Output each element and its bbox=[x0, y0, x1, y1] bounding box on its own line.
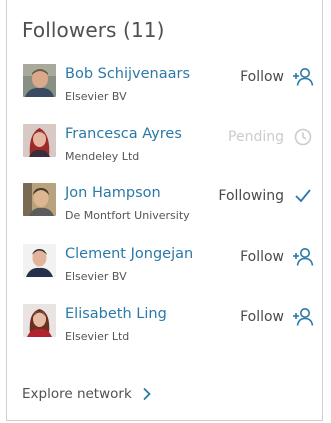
avatar[interactable] bbox=[23, 304, 56, 337]
follower-organization: Mendeley Ltd bbox=[65, 150, 140, 163]
follower-row: Elisabeth Ling Elsevier Ltd Follow bbox=[7, 304, 324, 354]
follower-organization: Elsevier BV bbox=[65, 270, 127, 283]
avatar[interactable] bbox=[23, 183, 56, 216]
following-button-label: Following bbox=[218, 188, 284, 204]
follow-button-label: Follow bbox=[240, 249, 284, 265]
pending-status: Pending bbox=[228, 126, 314, 148]
add-person-icon bbox=[292, 307, 314, 327]
follower-row: Clement Jongejan Elsevier BV Follow bbox=[7, 244, 324, 294]
follower-row: Francesca Ayres Mendeley Ltd Pending bbox=[7, 124, 324, 174]
follower-row: Jon Hampson De Montfort University Follo… bbox=[7, 183, 324, 233]
following-button[interactable]: Following bbox=[218, 185, 314, 207]
follower-row: Bob Schijvenaars Elsevier BV Follow bbox=[7, 64, 324, 114]
follower-organization: Elsevier Ltd bbox=[65, 330, 130, 343]
clock-icon bbox=[292, 127, 314, 147]
follow-button-label: Follow bbox=[240, 309, 284, 325]
explore-network-label: Explore network bbox=[22, 386, 132, 402]
follower-name[interactable]: Jon Hampson bbox=[65, 185, 161, 201]
follower-name[interactable]: Francesca Ayres bbox=[65, 126, 182, 142]
follow-button[interactable]: Follow bbox=[240, 66, 314, 88]
follower-name[interactable]: Bob Schijvenaars bbox=[65, 66, 190, 82]
followers-panel: Followers (11) Bob Schijvenaars Elsevier… bbox=[6, 0, 323, 421]
follow-button[interactable]: Follow bbox=[240, 306, 314, 328]
follower-name[interactable]: Clement Jongejan bbox=[65, 246, 193, 262]
pending-status-label: Pending bbox=[228, 129, 284, 145]
follow-button-label: Follow bbox=[240, 69, 284, 85]
follower-organization: De Montfort University bbox=[65, 209, 190, 222]
add-person-icon bbox=[292, 67, 314, 87]
follow-button[interactable]: Follow bbox=[240, 246, 314, 268]
follower-name[interactable]: Elisabeth Ling bbox=[65, 306, 167, 322]
avatar[interactable] bbox=[23, 124, 56, 157]
add-person-icon bbox=[292, 247, 314, 267]
chevron-right-icon bbox=[142, 387, 152, 401]
checkmark-icon bbox=[292, 186, 314, 206]
follower-organization: Elsevier BV bbox=[65, 90, 127, 103]
avatar[interactable] bbox=[23, 244, 56, 277]
avatar[interactable] bbox=[23, 64, 56, 97]
explore-network-link[interactable]: Explore network bbox=[22, 386, 152, 402]
panel-title: Followers (11) bbox=[22, 18, 165, 42]
